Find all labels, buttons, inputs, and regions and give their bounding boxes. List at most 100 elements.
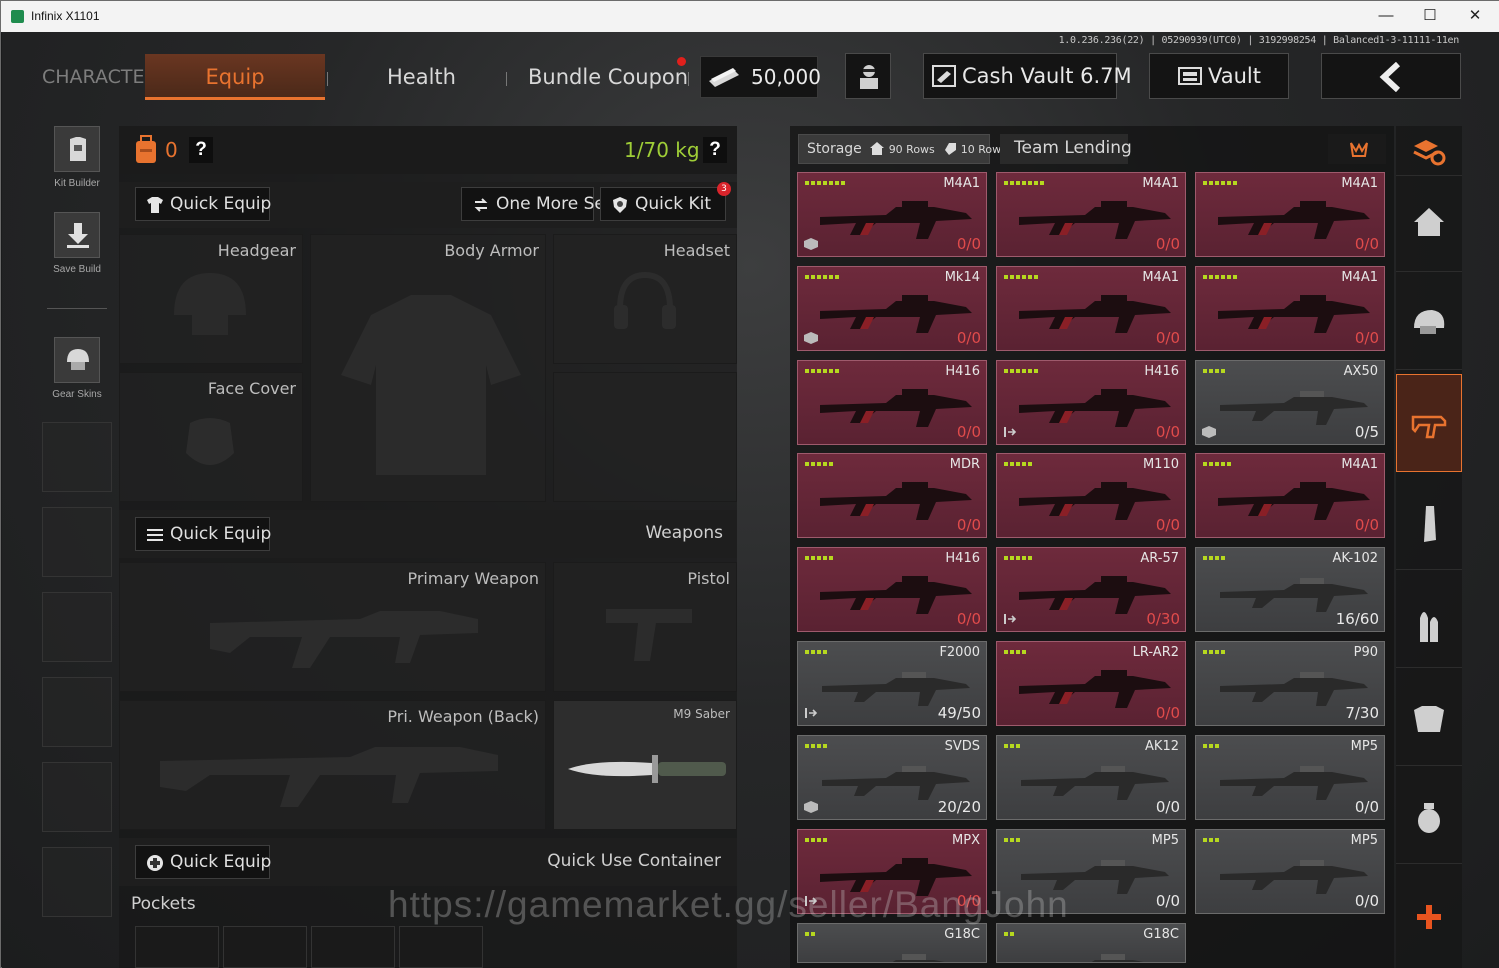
cash-vault-button[interactable]: Cash Vault 6.7M [923, 53, 1132, 99]
storage-item-card[interactable]: Mk14 0/0 [797, 266, 987, 351]
extra-gear-slot[interactable] [553, 372, 737, 502]
tab-storage[interactable]: Storage 90 Rows 10 Rows [798, 134, 1007, 164]
item-count: 0/0 [956, 516, 981, 534]
filter-grenade-button[interactable] [1396, 770, 1462, 864]
quick-kit-label: Quick Kit [635, 194, 712, 214]
vault-button[interactable]: Vault [1149, 53, 1289, 99]
filter-ammo-button[interactable] [1396, 574, 1462, 668]
primary-weapon-back-label: Pri. Weapon (Back) [387, 707, 539, 726]
storage-item-card[interactable]: H416 0/0 [797, 547, 987, 632]
item-count: 0/0 [956, 235, 981, 253]
sort-button[interactable] [1328, 134, 1386, 164]
empty-slot[interactable] [42, 422, 112, 492]
tab-health[interactable]: Health [387, 54, 456, 100]
maximize-icon[interactable]: ☐ [1410, 5, 1450, 27]
filter-all-button[interactable] [1396, 126, 1462, 176]
storage-item-card[interactable]: AK-102 16/60 [1195, 547, 1385, 632]
filter-weapons-button[interactable] [1396, 374, 1462, 472]
right-sidebar [1396, 126, 1462, 968]
close-icon[interactable]: ✕ [1455, 5, 1495, 27]
headset-slot[interactable]: Headset [553, 234, 737, 364]
rarity-dots [1004, 275, 1038, 280]
storage-item-card[interactable]: MP5 0/0 [1195, 735, 1385, 820]
weapon-icon [1218, 482, 1370, 520]
storage-item-card[interactable]: M4A1 0/0 [1195, 172, 1385, 257]
backpack-count: 0 [165, 138, 178, 162]
storage-item-card[interactable]: AR-57 0/30 [996, 547, 1186, 632]
item-count: 0/0 [1155, 798, 1180, 816]
quick-equip-weapons-button[interactable]: Quick Equip [135, 517, 271, 551]
headgear-slot[interactable]: Headgear [119, 234, 303, 364]
tab-equip[interactable]: Equip [145, 54, 325, 100]
empty-slot[interactable] [42, 847, 112, 917]
storage-item-card[interactable]: AX50 0/5 [1195, 360, 1385, 445]
pistol-slot[interactable]: Pistol [553, 562, 737, 692]
storage-item-card[interactable]: M110 0/0 [996, 453, 1186, 538]
filter-magazine-button[interactable] [1396, 476, 1462, 570]
cash-value: 50,000 [751, 65, 821, 89]
storage-item-card[interactable]: M4A1 0/0 [797, 172, 987, 257]
weight-help-button[interactable]: ? [703, 137, 727, 163]
filter-home-button[interactable] [1396, 178, 1462, 272]
storage-item-card[interactable]: H416 0/0 [797, 360, 987, 445]
profile-button[interactable] [845, 53, 891, 99]
quick-kit-button[interactable]: Quick Kit 3 [600, 182, 731, 221]
gear-skins-label: Gear Skins [52, 389, 102, 400]
gear-skins-button[interactable]: Gear Skins [42, 337, 112, 400]
storage-item-card[interactable]: MDR 0/0 [797, 453, 987, 538]
weapon-icon [1220, 391, 1368, 425]
divider [47, 308, 107, 309]
add-button[interactable] [1396, 890, 1462, 946]
body-armor-slot[interactable]: Body Armor [310, 234, 546, 502]
storage-item-card[interactable]: AK12 0/0 [996, 735, 1186, 820]
storage-item-card[interactable]: F2000 49/50 [797, 641, 987, 726]
tab-bundle-coupon[interactable]: Bundle Coupon [528, 54, 688, 100]
storage-item-card[interactable]: M4A1 0/0 [996, 266, 1186, 351]
storage-item-card[interactable]: LR-AR2 0/0 [996, 641, 1186, 726]
pocket-slot[interactable] [311, 926, 395, 968]
melee-slot[interactable]: M9 Saber [553, 700, 737, 830]
filter-helmet-button[interactable] [1396, 276, 1462, 370]
empty-slot[interactable] [42, 507, 112, 577]
rarity-dots [805, 181, 845, 186]
item-count: 0/5 [1354, 423, 1379, 441]
pistol-silhouette-icon [606, 609, 692, 661]
face-cover-slot[interactable]: Face Cover [119, 372, 303, 502]
save-build-button[interactable]: Save Build [42, 212, 112, 275]
help-button[interactable]: ? [189, 137, 213, 163]
tab-team-lending[interactable]: Team Lending [1000, 134, 1132, 164]
pocket-slot[interactable] [135, 926, 219, 968]
primary-weapon-back-slot[interactable]: Pri. Weapon (Back) [119, 700, 546, 830]
quick-equip-label: Quick Equip [170, 194, 272, 214]
storage-item-card[interactable]: P90 7/30 [1195, 641, 1385, 726]
empty-slot[interactable] [42, 677, 112, 747]
save-build-label: Save Build [53, 264, 101, 275]
storage-item-card[interactable]: H416 0/0 [996, 360, 1186, 445]
minimize-icon[interactable]: — [1366, 5, 1406, 27]
empty-slot[interactable] [42, 762, 112, 832]
kit-builder-button[interactable]: Kit Builder [42, 126, 112, 189]
storage-item-card[interactable]: M4A1 0/0 [1195, 453, 1385, 538]
pocket-slot[interactable] [399, 926, 483, 968]
kit-builder-label: Kit Builder [54, 178, 100, 189]
container-toolbar: Quick Equip Quick Use Container [119, 838, 737, 886]
storage-item-card[interactable]: SVDS 20/20 [797, 735, 987, 820]
storage-item-card[interactable]: G18C [996, 923, 1186, 963]
storage-item-card[interactable]: G18C [797, 923, 987, 963]
storage-item-card[interactable]: M4A1 0/0 [1195, 266, 1385, 351]
quick-equip-armor-button[interactable]: Quick Equip [135, 187, 272, 221]
back-button[interactable] [1321, 53, 1461, 99]
storage-item-card[interactable]: MP5 0/0 [1195, 829, 1385, 914]
filter-armor-button[interactable] [1396, 672, 1462, 766]
headgear-label: Headgear [217, 241, 296, 260]
tab-character[interactable]: CHARACTER [42, 54, 158, 100]
primary-weapon-slot[interactable]: Primary Weapon [119, 562, 546, 692]
storage-item-card[interactable]: M4A1 0/0 [996, 172, 1186, 257]
pistol-label: Pistol [687, 569, 730, 588]
quick-equip-container-button[interactable]: Quick Equip [135, 845, 271, 879]
one-more-set-button[interactable]: One More Set [461, 187, 611, 221]
pocket-slot[interactable] [223, 926, 307, 968]
rarity-dots [805, 462, 833, 467]
body-armor-silhouette-icon [341, 295, 521, 475]
empty-slot[interactable] [42, 592, 112, 662]
